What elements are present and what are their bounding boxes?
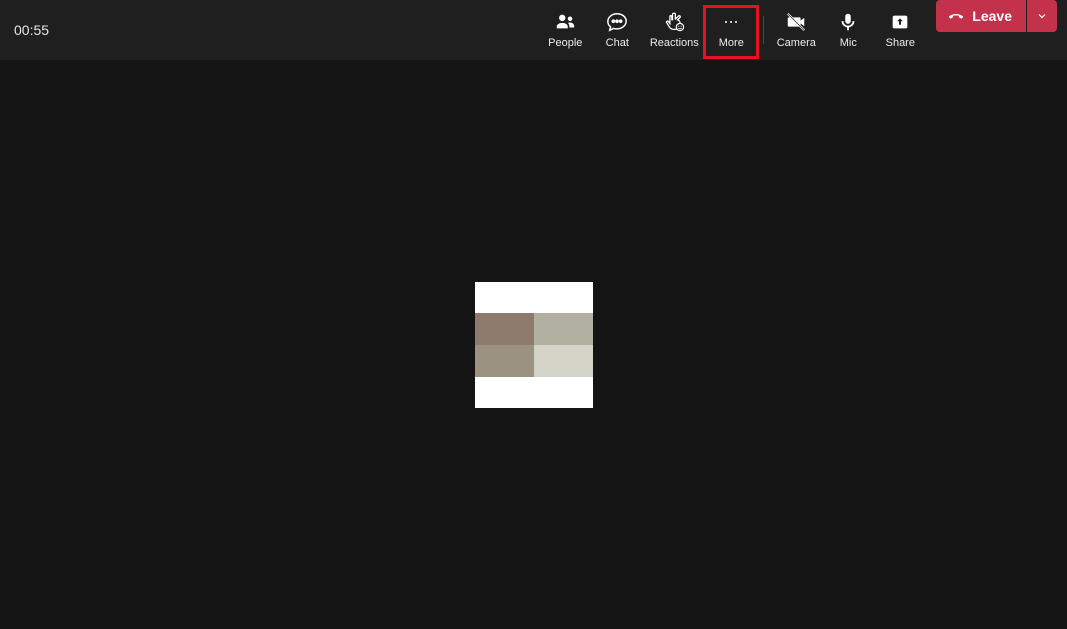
- share-icon: [889, 11, 911, 33]
- reactions-icon: [663, 11, 685, 33]
- people-button[interactable]: People: [539, 0, 591, 60]
- call-timer: 00:55: [14, 22, 49, 38]
- ellipsis-icon: [720, 11, 742, 33]
- hangup-icon: [948, 8, 964, 24]
- meeting-stage: [0, 60, 1067, 629]
- chat-button[interactable]: Chat: [591, 0, 643, 60]
- chat-icon: [606, 11, 628, 33]
- meeting-toolbar: 00:55 People Chat Reactions: [0, 0, 1067, 60]
- people-label: People: [548, 37, 582, 49]
- leave-button[interactable]: Leave: [936, 0, 1026, 32]
- camera-button[interactable]: Camera: [770, 0, 822, 60]
- people-icon: [554, 11, 576, 33]
- mic-button[interactable]: Mic: [822, 0, 874, 60]
- mic-label: Mic: [840, 37, 857, 49]
- toolbar-separator: [763, 16, 764, 44]
- toolbar-controls: People Chat Reactions More: [539, 0, 1057, 60]
- more-label: More: [719, 37, 744, 49]
- chevron-down-icon: [1036, 10, 1048, 22]
- share-label: Share: [886, 37, 915, 49]
- avatar-tile-br: [534, 345, 593, 377]
- avatar-tile-tl: [475, 313, 534, 345]
- chat-label: Chat: [606, 37, 629, 49]
- avatar-tile-bl: [475, 345, 534, 377]
- avatar-tile-tr: [534, 313, 593, 345]
- leave-group: Leave: [936, 0, 1057, 32]
- camera-off-icon: [785, 11, 807, 33]
- more-button[interactable]: More: [705, 0, 757, 60]
- mic-icon: [837, 11, 859, 33]
- reactions-button[interactable]: Reactions: [643, 0, 705, 60]
- leave-label: Leave: [972, 8, 1012, 24]
- participant-avatar: [475, 282, 593, 408]
- camera-label: Camera: [777, 37, 816, 49]
- leave-dropdown[interactable]: [1027, 0, 1057, 32]
- share-button[interactable]: Share: [874, 0, 926, 60]
- reactions-label: Reactions: [650, 37, 699, 49]
